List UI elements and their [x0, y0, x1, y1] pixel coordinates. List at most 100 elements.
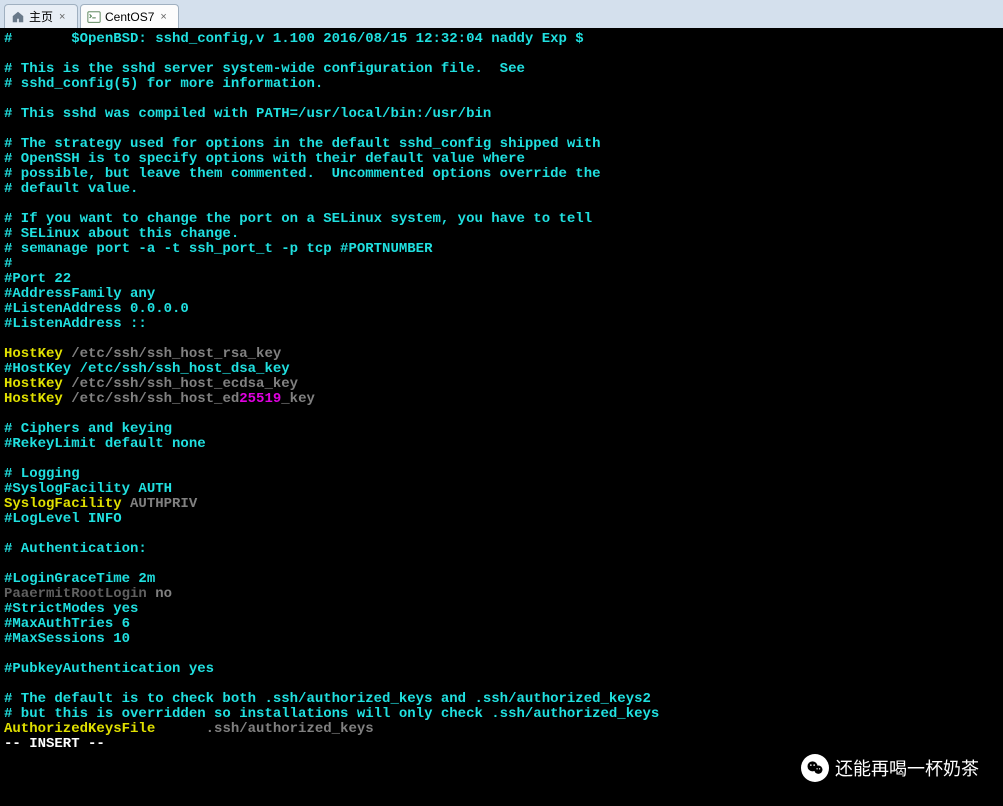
terminal-line — [4, 407, 999, 422]
terminal-text: #SyslogFacility AUTH — [4, 481, 172, 497]
tab-home[interactable]: 主页 × — [4, 4, 78, 28]
terminal-icon — [87, 10, 101, 24]
terminal-text: SyslogFacility — [4, 496, 122, 512]
terminal-line: # The default is to check both .ssh/auth… — [4, 692, 999, 707]
terminal-text: # This is the sshd server system-wide co… — [4, 61, 525, 77]
terminal-line — [4, 677, 999, 692]
terminal-line: # Ciphers and keying — [4, 422, 999, 437]
terminal-line — [4, 527, 999, 542]
terminal-line: #RekeyLimit default none — [4, 437, 999, 452]
terminal-text: #StrictModes yes — [4, 601, 138, 617]
terminal-text: # Authentication: — [4, 541, 147, 557]
terminal-text: # possible, but leave them commented. Un… — [4, 166, 601, 182]
terminal-text: # semanage port -a -t ssh_port_t -p tcp … — [4, 241, 432, 257]
terminal-text: HostKey — [4, 391, 63, 407]
terminal-text: #ListenAddress :: — [4, 316, 147, 332]
terminal-text: #Port 22 — [4, 271, 71, 287]
terminal-line: AuthorizedKeysFile .ssh/authorized_keys — [4, 722, 999, 737]
terminal-text: #PubkeyAuthentication yes — [4, 661, 214, 677]
terminal-text: # Ciphers and keying — [4, 421, 172, 437]
terminal-text: #MaxAuthTries 6 — [4, 616, 130, 632]
terminal-line: # default value. — [4, 182, 999, 197]
terminal-line: #StrictModes yes — [4, 602, 999, 617]
terminal-text: HostKey — [4, 376, 63, 392]
tab-centos7[interactable]: CentOS7 × — [80, 4, 179, 28]
terminal-line: # SELinux about this change. — [4, 227, 999, 242]
tab-label: CentOS7 — [105, 10, 154, 24]
terminal-line: #SyslogFacility AUTH — [4, 482, 999, 497]
terminal-text: /etc/ssh/ssh_host_ed — [63, 391, 239, 407]
terminal-text: _key — [281, 391, 315, 407]
terminal-line — [4, 332, 999, 347]
terminal-line: #Port 22 — [4, 272, 999, 287]
watermark: 还能再喝一杯奶茶 — [801, 754, 979, 782]
terminal-line: #MaxAuthTries 6 — [4, 617, 999, 632]
terminal-line: # If you want to change the port on a SE… — [4, 212, 999, 227]
terminal-line: #ListenAddress 0.0.0.0 — [4, 302, 999, 317]
terminal-text: PaaermitRootLogin — [4, 586, 147, 602]
terminal-line: #ListenAddress :: — [4, 317, 999, 332]
terminal-line — [4, 47, 999, 62]
terminal-line: #HostKey /etc/ssh/ssh_host_dsa_key — [4, 362, 999, 377]
tab-label: 主页 — [29, 8, 53, 25]
terminal-line — [4, 197, 999, 212]
terminal-line: # This is the sshd server system-wide co… — [4, 62, 999, 77]
terminal-text: /etc/ssh/ssh_host_rsa_key — [63, 346, 281, 362]
terminal-line: HostKey /etc/ssh/ssh_host_rsa_key — [4, 347, 999, 362]
terminal-text: 25519 — [239, 391, 281, 407]
terminal-line — [4, 557, 999, 572]
terminal-editor[interactable]: # $OpenBSD: sshd_config,v 1.100 2016/08/… — [0, 28, 1003, 806]
terminal-line: # but this is overridden so installation… — [4, 707, 999, 722]
terminal-line: # sshd_config(5) for more information. — [4, 77, 999, 92]
terminal-text: #HostKey /etc/ssh/ssh_host_dsa_key — [4, 361, 290, 377]
terminal-line: #PubkeyAuthentication yes — [4, 662, 999, 677]
terminal-line: -- INSERT -- — [4, 737, 999, 752]
terminal-text: .ssh/authorized_keys — [155, 721, 373, 737]
terminal-line: # — [4, 257, 999, 272]
terminal-text: # Logging — [4, 466, 80, 482]
terminal-text: #LogLevel INFO — [4, 511, 122, 527]
terminal-line: # possible, but leave them commented. Un… — [4, 167, 999, 182]
terminal-line — [4, 122, 999, 137]
close-icon[interactable]: × — [160, 11, 172, 23]
terminal-line: # The strategy used for options in the d… — [4, 137, 999, 152]
terminal-line: #LogLevel INFO — [4, 512, 999, 527]
terminal-text: #AddressFamily any — [4, 286, 155, 302]
terminal-text: # This sshd was compiled with PATH=/usr/… — [4, 106, 491, 122]
terminal-text: # SELinux about this change. — [4, 226, 239, 242]
terminal-line: # This sshd was compiled with PATH=/usr/… — [4, 107, 999, 122]
terminal-text: #LoginGraceTime 2m — [4, 571, 155, 587]
terminal-line: # semanage port -a -t ssh_port_t -p tcp … — [4, 242, 999, 257]
terminal-text: # OpenSSH is to specify options with the… — [4, 151, 525, 167]
terminal-text: # default value. — [4, 181, 138, 197]
watermark-text: 还能再喝一杯奶茶 — [835, 755, 979, 781]
terminal-text: /etc/ssh/ssh_host_ecdsa_key — [63, 376, 298, 392]
terminal-line — [4, 92, 999, 107]
terminal-text: # sshd_config(5) for more information. — [4, 76, 323, 92]
terminal-line: # Logging — [4, 467, 999, 482]
terminal-text: HostKey — [4, 346, 63, 362]
terminal-text: # — [4, 256, 12, 272]
terminal-text: no — [147, 586, 172, 602]
terminal-text: -- INSERT -- — [4, 736, 105, 752]
tab-bar: 主页 × CentOS7 × — [0, 0, 1003, 28]
terminal-line — [4, 647, 999, 662]
close-icon[interactable]: × — [59, 11, 71, 23]
terminal-text: #RekeyLimit default none — [4, 436, 206, 452]
terminal-line: # Authentication: — [4, 542, 999, 557]
terminal-line: # $OpenBSD: sshd_config,v 1.100 2016/08/… — [4, 32, 999, 47]
terminal-line: PaaermitRootLogin no — [4, 587, 999, 602]
terminal-line: SyslogFacility AUTHPRIV — [4, 497, 999, 512]
terminal-text: AUTHPRIV — [122, 496, 198, 512]
terminal-line: #LoginGraceTime 2m — [4, 572, 999, 587]
terminal-text: AuthorizedKeysFile — [4, 721, 155, 737]
terminal-line: #AddressFamily any — [4, 287, 999, 302]
terminal-line: HostKey /etc/ssh/ssh_host_ecdsa_key — [4, 377, 999, 392]
terminal-line — [4, 452, 999, 467]
terminal-text: # but this is overridden so installation… — [4, 706, 659, 722]
terminal-text: # The default is to check both .ssh/auth… — [4, 691, 651, 707]
terminal-text: # $OpenBSD: sshd_config,v 1.100 2016/08/… — [4, 31, 584, 47]
wechat-icon — [801, 754, 829, 782]
terminal-line: #MaxSessions 10 — [4, 632, 999, 647]
terminal-line: HostKey /etc/ssh/ssh_host_ed25519_key — [4, 392, 999, 407]
